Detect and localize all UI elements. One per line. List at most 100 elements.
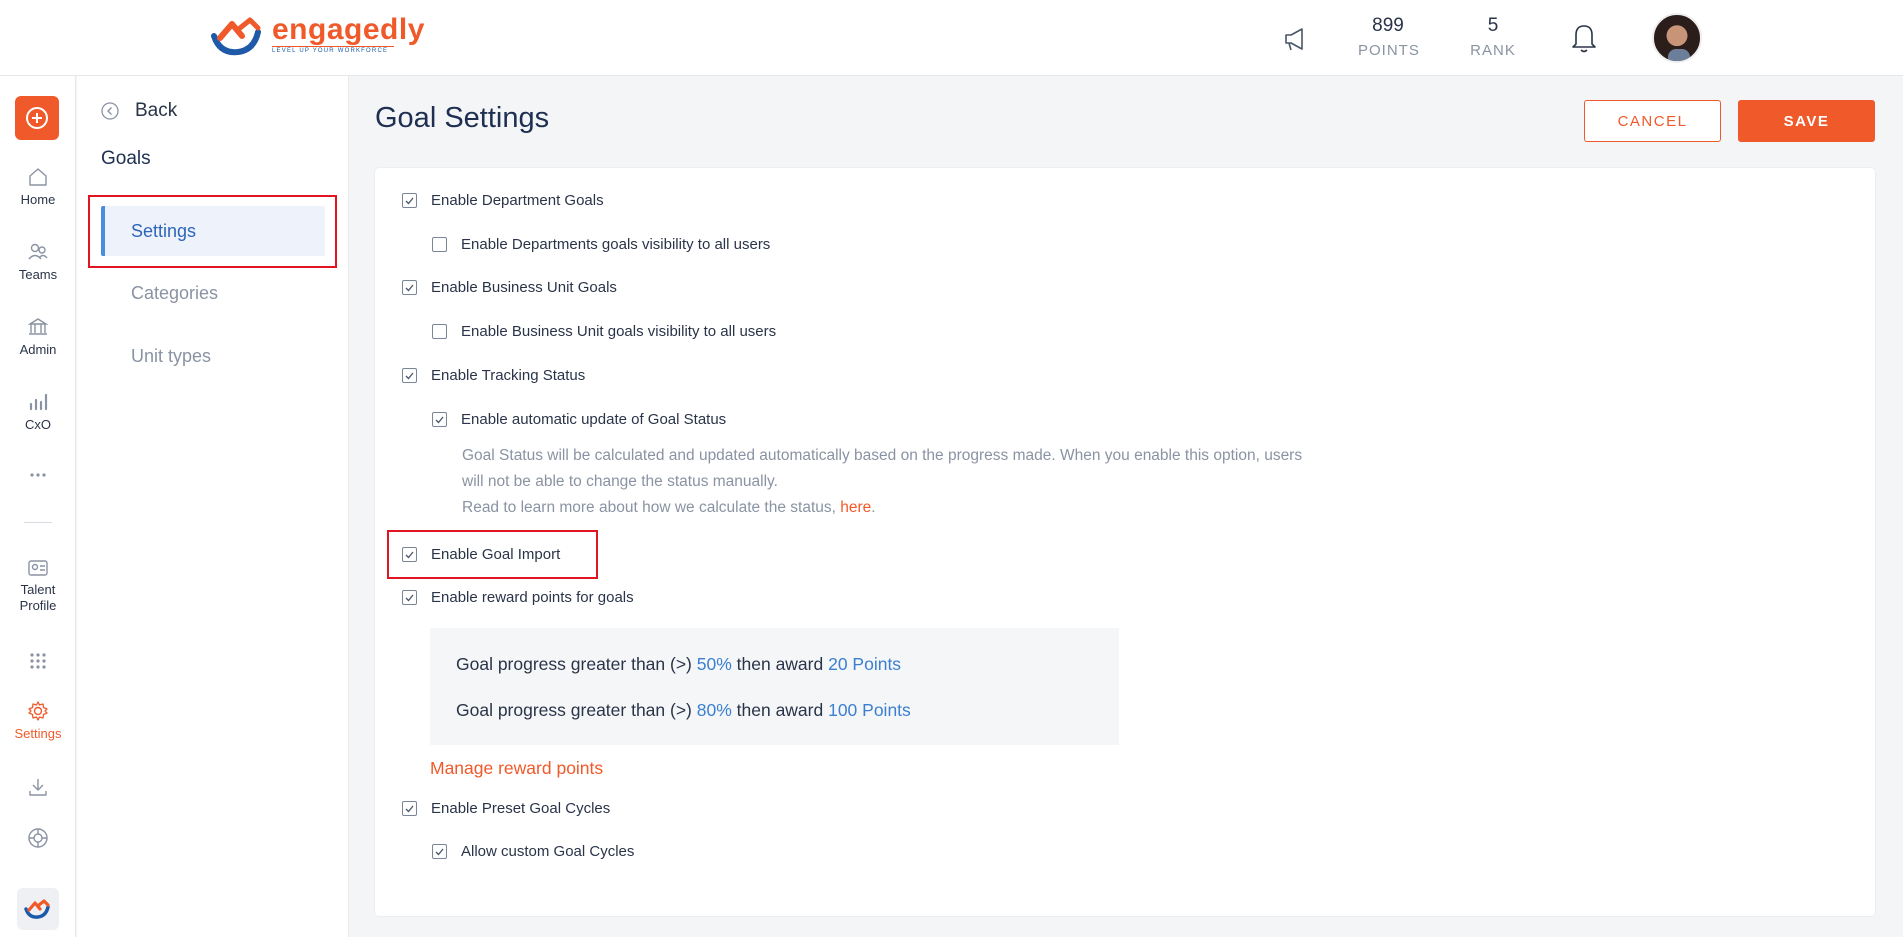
option-business-unit-goals[interactable]: Enable Business Unit Goals xyxy=(402,279,617,296)
reward-rule-2: Goal progress greater than (>) 80% then … xyxy=(456,700,911,721)
check-icon xyxy=(435,848,444,856)
brand-tagline: LEVEL UP YOUR WORKFORCE xyxy=(272,46,394,54)
option-label: Enable Tracking Status xyxy=(431,367,586,384)
more-icon xyxy=(30,473,46,477)
option-label: Enable Business Unit goals visibility to… xyxy=(461,323,777,340)
sidebar-section-title: Goals xyxy=(101,148,151,169)
plus-circle-icon xyxy=(26,107,48,129)
reward-rule-middle: then award xyxy=(731,700,829,720)
checkbox-checked[interactable] xyxy=(402,193,417,208)
rail-item-download[interactable] xyxy=(0,776,76,802)
avatar[interactable] xyxy=(1652,13,1702,63)
option-department-goals[interactable]: Enable Department Goals xyxy=(402,192,604,209)
rank-value: 5 xyxy=(1487,15,1499,36)
talent-profile-icon xyxy=(28,560,48,576)
back-label: Back xyxy=(135,100,178,121)
highlight-box-settings xyxy=(88,195,337,268)
back-arrow-icon xyxy=(101,102,119,120)
rail-item-cxo[interactable]: CxO xyxy=(0,391,76,432)
option-reward-points[interactable]: Enable reward points for goals xyxy=(402,589,634,606)
rail-item-apps[interactable] xyxy=(0,652,76,674)
option-tracking-status[interactable]: Enable Tracking Status xyxy=(402,367,585,384)
option-label: Enable Departments goals visibility to a… xyxy=(461,236,771,253)
top-bar: engagedly LEVEL UP YOUR WORKFORCE 899 PO… xyxy=(0,0,1903,76)
rail-label-settings: Settings xyxy=(14,726,62,741)
checkbox-unchecked[interactable] xyxy=(432,237,447,252)
add-button[interactable] xyxy=(15,96,59,140)
checkbox-checked[interactable] xyxy=(402,280,417,295)
rail-divider xyxy=(24,522,52,523)
cxo-icon xyxy=(29,393,48,411)
rank-stat[interactable]: 5 RANK xyxy=(1468,14,1518,59)
rail-item-support[interactable] xyxy=(0,826,76,854)
option-business-unit-visibility[interactable]: Enable Business Unit goals visibility to… xyxy=(432,323,776,340)
reward-rule-percent: 80% xyxy=(696,700,732,720)
rail-label-talent-profile: Talent Profile xyxy=(19,582,57,613)
rail-item-admin[interactable]: Admin xyxy=(0,316,76,357)
rail-item-talent-profile[interactable]: Talent Profile xyxy=(0,558,76,614)
description-line-3-prefix: Read to learn more about how we calculat… xyxy=(462,499,841,516)
settings-gear-icon xyxy=(28,701,48,721)
rail-item-settings[interactable]: Settings xyxy=(0,700,76,741)
points-label: POINTS xyxy=(1358,42,1420,59)
rail-label-home: Home xyxy=(20,192,56,207)
rail-item-teams[interactable]: Teams xyxy=(0,241,76,282)
reward-rule-points: 20 Points xyxy=(828,654,902,674)
check-icon xyxy=(405,197,414,205)
reward-rule-points: 100 Points xyxy=(828,700,911,720)
apps-grid-icon xyxy=(30,653,46,669)
rail-item-more[interactable] xyxy=(0,470,76,484)
brand-name: engagedly xyxy=(272,13,425,46)
check-icon xyxy=(405,594,414,602)
back-button[interactable]: Back xyxy=(101,100,177,122)
learn-more-link[interactable]: here xyxy=(840,499,871,516)
save-button[interactable]: SAVE xyxy=(1738,100,1875,142)
description-line-1: Goal Status will be calculated and updat… xyxy=(462,447,1303,464)
reward-rule-percent: 50% xyxy=(696,654,732,674)
points-stat[interactable]: 899 POINTS xyxy=(1358,14,1420,59)
admin-icon xyxy=(27,318,49,335)
highlight-box-goal-import xyxy=(387,530,598,579)
cancel-button[interactable]: CANCEL xyxy=(1584,100,1721,142)
check-icon xyxy=(405,284,414,292)
option-label: Enable reward points for goals xyxy=(431,589,634,606)
checkbox-checked[interactable] xyxy=(432,412,447,427)
check-icon xyxy=(435,416,444,424)
support-icon xyxy=(28,828,48,848)
engagedly-logo-icon xyxy=(211,17,261,56)
settings-card: Enable Department Goals Enable Departmen… xyxy=(375,168,1875,916)
bell-icon[interactable] xyxy=(1568,20,1600,54)
description-line-3-suffix: . xyxy=(871,499,876,516)
option-department-visibility[interactable]: Enable Departments goals visibility to a… xyxy=(432,236,770,253)
checkbox-checked[interactable] xyxy=(402,801,417,816)
checkbox-unchecked[interactable] xyxy=(432,324,447,339)
rail-label-teams: Teams xyxy=(18,267,58,282)
manage-reward-points-link[interactable]: Manage reward points xyxy=(430,758,603,779)
engagedly-logo[interactable]: engagedly LEVEL UP YOUR WORKFORCE xyxy=(210,14,425,58)
option-label: Enable Preset Goal Cycles xyxy=(431,800,611,817)
description-line-3: Read to learn more about how we calculat… xyxy=(462,495,1342,521)
check-icon xyxy=(405,805,414,813)
option-auto-update-status[interactable]: Enable automatic update of Goal Status xyxy=(432,411,726,428)
download-icon xyxy=(29,779,47,796)
reward-rule-1: Goal progress greater than (>) 50% then … xyxy=(456,654,901,675)
rail-label-cxo: CxO xyxy=(25,417,51,432)
option-preset-goal-cycles[interactable]: Enable Preset Goal Cycles xyxy=(402,800,610,817)
checkbox-checked[interactable] xyxy=(432,844,447,859)
teams-icon xyxy=(28,243,48,260)
sidebar-item-categories[interactable]: Categories xyxy=(101,268,325,318)
checkbox-checked[interactable] xyxy=(402,368,417,383)
engagedly-mini-logo[interactable] xyxy=(17,888,59,930)
rail-item-home[interactable]: Home xyxy=(0,166,76,207)
option-label: Enable automatic update of Goal Status xyxy=(461,411,727,428)
engagedly-mini-logo-icon xyxy=(24,899,50,919)
description-line-2: will not be able to change the status ma… xyxy=(462,473,778,490)
check-icon xyxy=(405,372,414,380)
megaphone-icon[interactable] xyxy=(1280,24,1310,54)
checkbox-checked[interactable] xyxy=(402,590,417,605)
page-title: Goal Settings xyxy=(375,102,550,134)
sidebar-item-unit-types[interactable]: Unit types xyxy=(101,331,325,381)
option-custom-goal-cycles[interactable]: Allow custom Goal Cycles xyxy=(432,843,634,860)
reward-rule-prefix: Goal progress greater than (>) xyxy=(456,654,697,674)
reward-rule-middle: then award xyxy=(731,654,829,674)
